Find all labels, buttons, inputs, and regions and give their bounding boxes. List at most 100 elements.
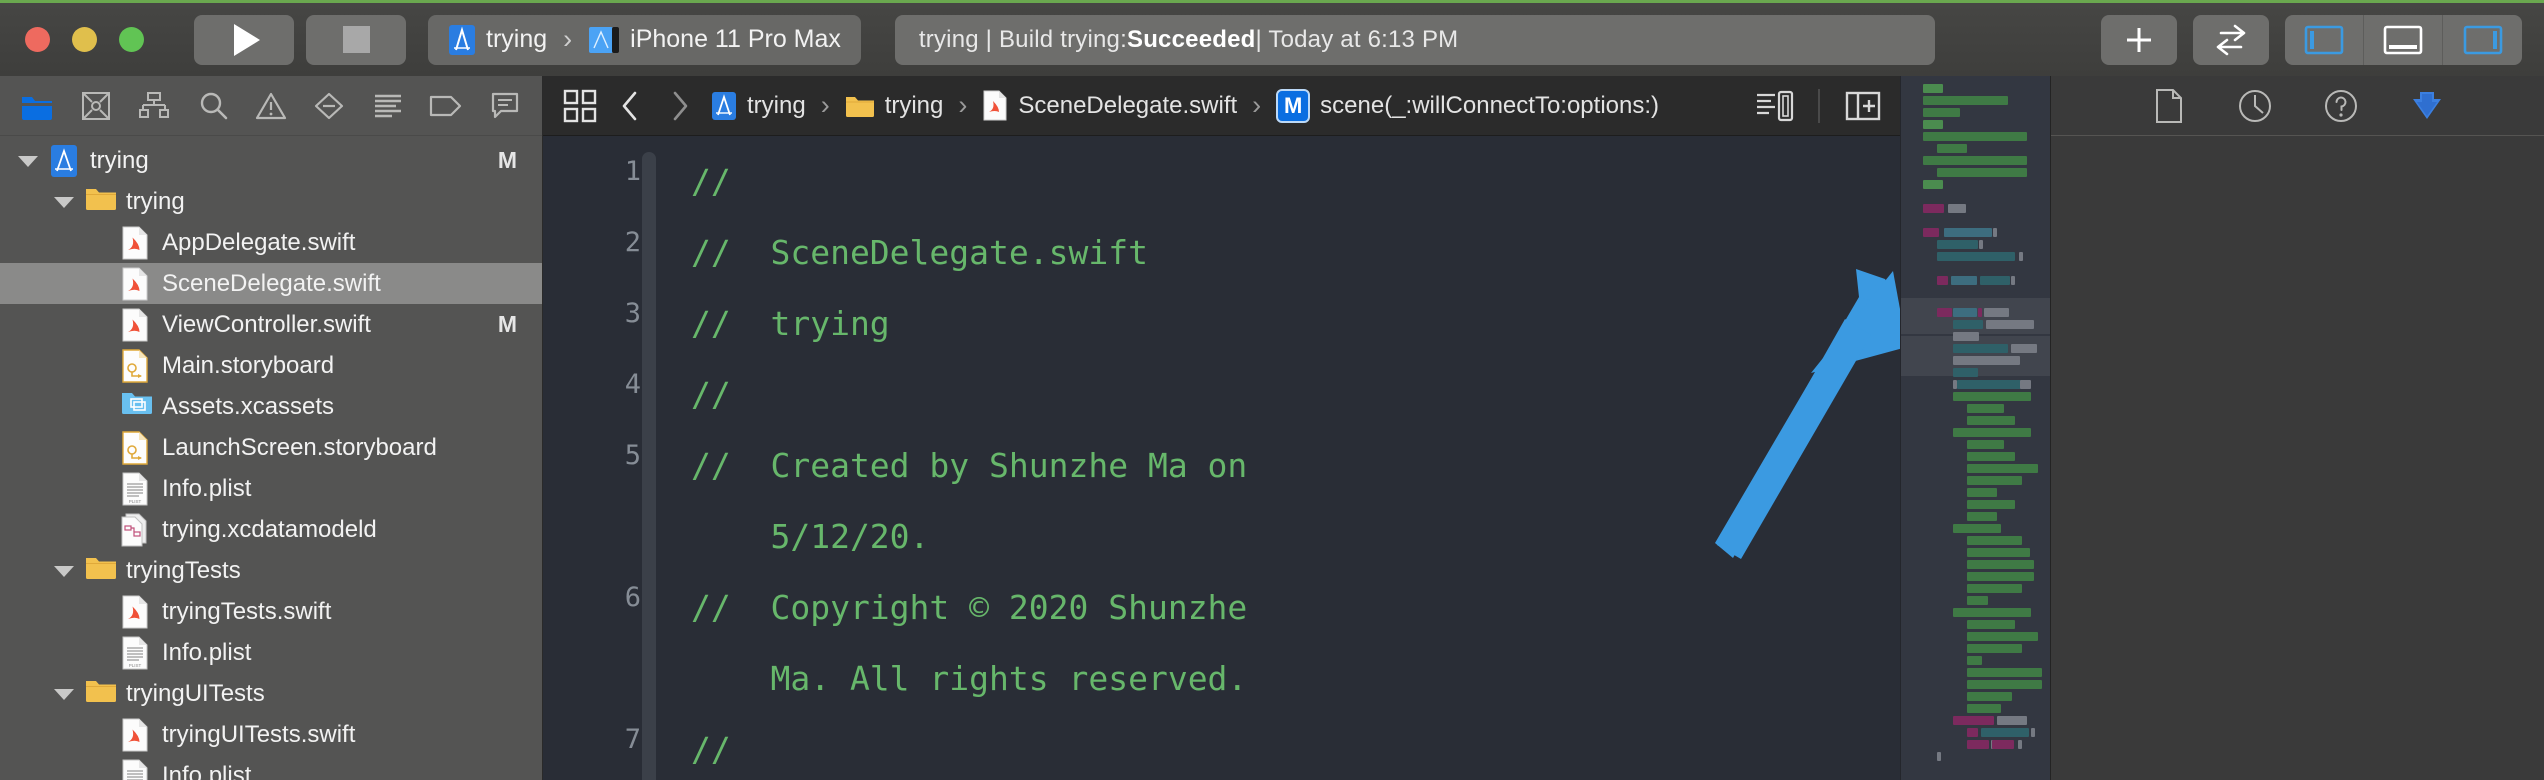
- minimap-line: [1993, 228, 1997, 237]
- breadcrumb-separator-icon: ›: [820, 90, 830, 120]
- related-items-button[interactable]: [557, 83, 603, 129]
- find-navigator-tab[interactable]: [183, 76, 241, 136]
- navigate-back-button[interactable]: [607, 83, 653, 129]
- minimap-line: [1953, 716, 1994, 725]
- activity-view[interactable]: trying | Build trying: Succeeded | Today…: [894, 14, 1935, 65]
- minimap-line: [1984, 308, 2009, 317]
- project-navigator-tab[interactable]: [8, 76, 66, 136]
- report-navigator-tab[interactable]: [476, 76, 534, 136]
- tree-item-info-plist[interactable]: PLIST Info.plist: [0, 632, 542, 673]
- breadcrumb-separator-icon: ›: [958, 90, 968, 120]
- tree-item-tryingtests[interactable]: tryingTests: [0, 550, 542, 591]
- toggle-inspector-button[interactable]: [2443, 15, 2522, 65]
- tree-item-label: tryingTests: [126, 556, 241, 584]
- hierarchy-icon: [139, 91, 170, 118]
- folder-icon: [85, 554, 116, 588]
- toggle-navigator-button[interactable]: [2285, 14, 2364, 65]
- storyboard-icon: [121, 348, 151, 383]
- issue-navigator-tab[interactable]: [242, 76, 300, 136]
- stop-button[interactable]: [306, 14, 406, 65]
- tree-item-main-storyboard[interactable]: Main.storyboard: [0, 345, 542, 386]
- tree-item-trying[interactable]: trying M: [0, 140, 542, 181]
- tag-icon: [430, 95, 462, 116]
- document-icon: [2155, 88, 2182, 123]
- speech-bubble-icon: [491, 92, 518, 118]
- minimap-line: [1953, 320, 1983, 329]
- breadcrumb-file[interactable]: SceneDelegate.swift: [978, 90, 1241, 121]
- scheme-selector[interactable]: trying › iPhone 11 Pro Max: [428, 14, 861, 65]
- breadcrumb-group[interactable]: trying: [841, 92, 948, 120]
- tree-item-tryinguitests-swift[interactable]: tryingUITests.swift: [0, 714, 542, 755]
- minimap-toggle-button[interactable]: [1752, 83, 1798, 129]
- tree-item-info-plist[interactable]: PLIST Info.plist: [0, 468, 542, 509]
- minimap-line: [1967, 644, 2022, 653]
- minimap-line: [1953, 428, 2031, 437]
- minimap-line: [2018, 740, 2022, 749]
- chevron-right-icon: [673, 91, 688, 120]
- file-inspector-tab[interactable]: [2146, 83, 2192, 129]
- library-inspector-tab[interactable]: [2404, 83, 2450, 129]
- minimap-line: [1967, 740, 1989, 749]
- minimap-line: [1967, 656, 1982, 665]
- tree-item-tryingtests-swift[interactable]: tryingTests.swift: [0, 591, 542, 632]
- minimap-line: [2011, 344, 2037, 353]
- xcassets-icon: [121, 390, 152, 424]
- code-line: //: [691, 730, 731, 769]
- code-minimap[interactable]: [1900, 76, 2050, 780]
- minimize-button[interactable]: [72, 27, 97, 52]
- test-navigator-tab[interactable]: [300, 76, 358, 136]
- minimap-line: [1967, 404, 2004, 413]
- tree-item-label: trying: [126, 187, 185, 215]
- tree-item-label: Assets.xcassets: [162, 392, 335, 420]
- code-text[interactable]: // // SceneDelegate.swift // trying // // Cr…: [663, 136, 1900, 780]
- library-add-button[interactable]: [2101, 14, 2177, 65]
- minimap-line: [1953, 524, 2001, 533]
- minimap-line: [1992, 740, 2014, 749]
- tree-item-appdelegate-swift[interactable]: AppDelegate.swift: [0, 222, 542, 263]
- disclosure-triangle-icon[interactable]: [50, 189, 76, 215]
- breadcrumb-project[interactable]: trying: [707, 91, 810, 121]
- grid-squares-icon: [563, 89, 597, 122]
- close-button[interactable]: [25, 27, 50, 52]
- folder-icon: [845, 96, 874, 117]
- disclosure-triangle-icon[interactable]: [50, 681, 76, 707]
- tree-item-assets-xcassets[interactable]: Assets.xcassets: [0, 386, 542, 427]
- code-review-button[interactable]: [2193, 14, 2269, 65]
- code-line: //: [691, 162, 731, 201]
- breadcrumb-symbol[interactable]: M scene(_:willConnectTo:options:): [1272, 88, 1663, 123]
- source-control-navigator-tab[interactable]: [66, 76, 124, 136]
- source-control-icon: [81, 91, 110, 120]
- tree-item-tryinguitests[interactable]: tryingUITests: [0, 673, 542, 714]
- tree-item-launchscreen-storyboard[interactable]: LaunchScreen.storyboard: [0, 427, 542, 468]
- tree-item-scenedelegate-swift[interactable]: SceneDelegate.swift: [0, 263, 542, 304]
- history-inspector-tab[interactable]: [2232, 83, 2278, 129]
- panel-toggle-group: [2285, 14, 2522, 65]
- run-button[interactable]: [194, 14, 294, 65]
- device-icon: [588, 25, 620, 55]
- minimap-line: [1978, 308, 1982, 317]
- tree-item-info-plist[interactable]: PLIST Info.plist: [0, 755, 542, 780]
- debug-navigator-tab[interactable]: [359, 76, 417, 136]
- editor-options-group: [1752, 83, 1886, 129]
- line-number: 7: [624, 724, 641, 755]
- folder-icon: [22, 96, 53, 120]
- tree-item-label: trying.xcdatamodeld: [162, 515, 377, 543]
- zoom-button[interactable]: [119, 27, 144, 52]
- breakpoint-navigator-tab[interactable]: [417, 76, 475, 136]
- plist-icon: PLIST: [121, 636, 151, 670]
- tree-item-trying-xcdatamodeld[interactable]: trying.xcdatamodeld: [0, 509, 542, 550]
- tree-item-trying[interactable]: trying: [0, 181, 542, 222]
- add-editor-button[interactable]: [1840, 83, 1886, 129]
- source-code-editor[interactable]: 12345678 //// SceneDelegate.swift// tryi…: [543, 136, 1900, 780]
- symbol-navigator-tab[interactable]: [125, 76, 183, 136]
- toggle-debug-area-button[interactable]: [2364, 14, 2443, 65]
- quick-help-inspector-tab[interactable]: [2318, 83, 2364, 129]
- project-file-tree[interactable]: trying M trying AppDelegate.swift SceneDeleg…: [0, 136, 542, 780]
- navigate-forward-button[interactable]: [657, 83, 703, 129]
- disclosure-triangle-icon[interactable]: [14, 148, 40, 174]
- code-line: //: [691, 375, 731, 414]
- play-icon: [234, 23, 260, 56]
- disclosure-triangle-icon[interactable]: [50, 558, 76, 584]
- chevron-left-icon: [622, 91, 637, 120]
- tree-item-viewcontroller-swift[interactable]: ViewController.swift M: [0, 304, 542, 345]
